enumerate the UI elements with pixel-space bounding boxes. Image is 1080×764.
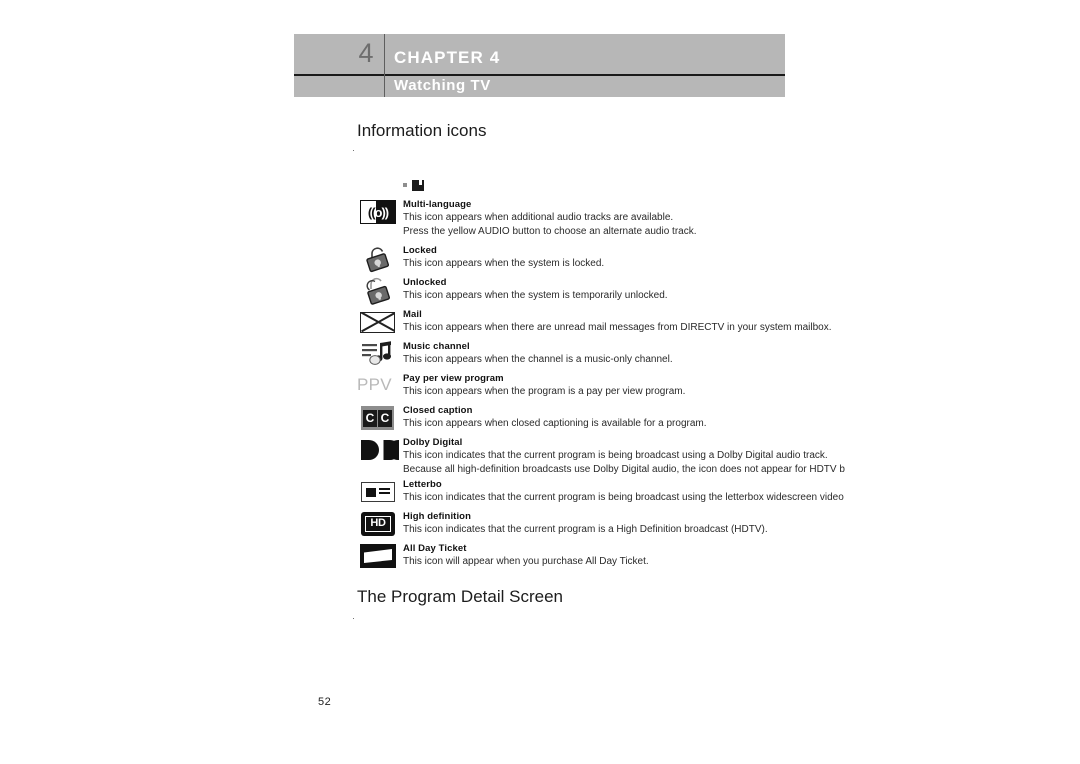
icon-description-line: This icon appears when closed captioning… — [403, 418, 707, 429]
icon-description-line: This icon appears when additional audio … — [403, 212, 674, 223]
icon-description-line: This icon indicates that the current pro… — [403, 524, 768, 535]
icon-description-line: Because all high-definition broadcasts u… — [403, 463, 845, 475]
multi-language-icon: ((o)) — [360, 200, 396, 224]
list-item: ((o)) Multi-language This icon appears w… — [357, 198, 1080, 238]
icon-description-line: Press the yellow AUDIO button to choose … — [403, 225, 697, 237]
icon-description-line: This icon appears when there are unread … — [403, 322, 832, 333]
icon-text: Music channel This icon appears when the… — [403, 340, 1080, 367]
icon-description-line: This icon indicates that the current pro… — [403, 492, 844, 503]
program-detail-paragraph-illegible: ................................. — [353, 616, 360, 674]
header-vertical-divider — [384, 34, 385, 97]
icon-text: Mail This icon appears when there are un… — [403, 308, 1080, 335]
all-day-ticket-icon — [360, 544, 396, 568]
letterbox-icon-lines — [379, 487, 390, 497]
scan-artifact-mark — [403, 180, 424, 191]
icon-description-line: This icon indicates that the current pro… — [403, 450, 828, 461]
icon-cell — [357, 340, 401, 370]
multi-language-icon-left: (( — [367, 204, 376, 220]
icon-label: Multi-language — [403, 199, 472, 210]
page-number: 52 — [318, 696, 332, 708]
list-item: HD High definition This icon indicates t… — [357, 510, 1080, 540]
icon-description-line: This icon appears when the system is loc… — [403, 258, 605, 269]
icon-label: Pay per view program — [403, 373, 504, 384]
icon-description-line: This icon appears when the system is tem… — [403, 290, 668, 301]
closed-caption-letter-left: C — [363, 409, 377, 427]
ticket-shape — [364, 549, 392, 563]
ppv-wordmark-icon: PPV — [357, 375, 392, 394]
icon-cell: ((o)) — [357, 198, 401, 228]
icon-label: Dolby Digital — [403, 437, 463, 448]
high-definition-icon-text: HD — [365, 516, 391, 532]
icon-cell — [357, 308, 401, 338]
list-item: Unlocked This icon appears when the syst… — [357, 276, 1080, 306]
unlocked-padlock-icon — [366, 277, 390, 305]
icon-text: Closed caption This icon appears when cl… — [403, 404, 1080, 431]
list-item: C C Closed caption This icon appears whe… — [357, 404, 1080, 434]
chapter-title: CHAPTER 4 — [394, 48, 501, 67]
icon-text: Pay per view program This icon appears w… — [403, 372, 1080, 399]
icon-label: Letterbo — [403, 479, 442, 490]
icon-label: All Day Ticket — [403, 543, 467, 554]
icon-text: Locked This icon appears when the system… — [403, 244, 1080, 271]
mail-envelope-icon — [360, 312, 395, 333]
icon-label: Unlocked — [403, 277, 447, 288]
icon-cell — [357, 478, 401, 508]
icon-text: All Day Ticket This icon will appear whe… — [403, 542, 1080, 569]
music-note-icon — [362, 341, 391, 365]
icon-text: Dolby Digital This icon indicates that t… — [403, 436, 1080, 476]
icon-cell: HD — [357, 510, 401, 540]
chapter-header: 4 CHAPTER 4 Watching TV — [294, 34, 785, 97]
list-item: All Day Ticket This icon will appear whe… — [357, 542, 1080, 572]
list-item: PPV Pay per view program This icon appea… — [357, 372, 1080, 402]
icon-description-line: This icon appears when the program is a … — [403, 386, 686, 397]
icon-text: Multi-language This icon appears when ad… — [403, 198, 1080, 238]
list-item: Mail This icon appears when there are un… — [357, 308, 1080, 338]
manual-page: 4 CHAPTER 4 Watching TV Information icon… — [0, 0, 1080, 764]
list-item: Locked This icon appears when the system… — [357, 244, 1080, 274]
section-heading-information-icons: Information icons — [357, 121, 487, 140]
icon-cell: C C — [357, 404, 401, 434]
header-rule — [294, 74, 785, 76]
icon-text: Unlocked This icon appears when the syst… — [403, 276, 1080, 303]
icon-text: High definition This icon indicates that… — [403, 510, 1080, 537]
letterbox-icon — [361, 482, 395, 502]
icon-label: Locked — [403, 245, 437, 256]
list-item: Music channel This icon appears when the… — [357, 340, 1080, 370]
multi-language-icon-right: o)) — [374, 204, 390, 220]
icon-text: Letterbo This icon indicates that the cu… — [403, 478, 1080, 505]
icon-cell — [357, 244, 401, 274]
icon-label: High definition — [403, 511, 471, 522]
icon-cell — [357, 436, 401, 466]
intro-paragraph-illegible: ............................ — [353, 148, 360, 186]
high-definition-icon: HD — [361, 512, 395, 536]
locked-padlock-icon — [366, 247, 390, 273]
list-item: Letterbo This icon indicates that the cu… — [357, 478, 1080, 508]
icon-label: Music channel — [403, 341, 470, 352]
chapter-number: 4 — [358, 38, 374, 68]
closed-caption-icon: C C — [361, 406, 394, 430]
closed-caption-letter-right: C — [378, 409, 392, 427]
section-heading-program-detail: The Program Detail Screen — [357, 587, 563, 606]
icon-label: Mail — [403, 309, 422, 320]
list-item: Dolby Digital This icon indicates that t… — [357, 436, 1080, 476]
letterbox-icon-block — [366, 487, 376, 497]
dolby-digital-icon — [361, 440, 399, 460]
header-band-lower — [294, 76, 785, 97]
icon-cell — [357, 276, 401, 306]
icon-cell: PPV — [357, 372, 401, 402]
icon-description-line: This icon will appear when you purchase … — [403, 556, 649, 567]
icon-description-line: This icon appears when the channel is a … — [403, 354, 673, 365]
icon-label: Closed caption — [403, 405, 473, 416]
chapter-subtitle: Watching TV — [394, 77, 491, 94]
icon-cell — [357, 542, 401, 572]
